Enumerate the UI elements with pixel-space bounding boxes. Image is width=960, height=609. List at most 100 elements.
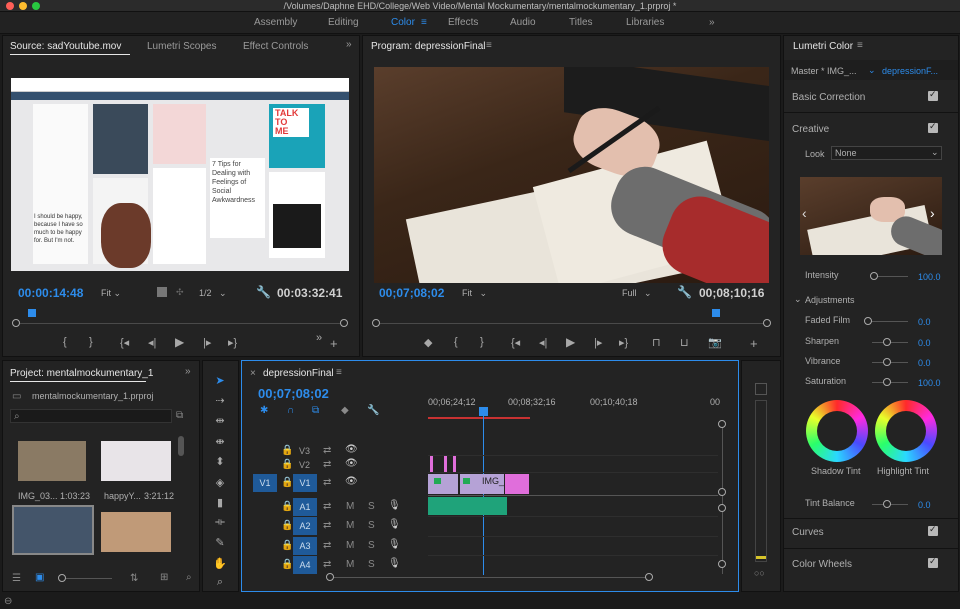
intensity-value[interactable]: 100.0 xyxy=(918,272,941,282)
thumbnail-size-slider[interactable] xyxy=(62,578,112,579)
track-v1-name[interactable]: V1 xyxy=(293,474,317,492)
eye-icon[interactable]: 👁 xyxy=(345,476,358,487)
timeline-marker-icon[interactable]: ◆ xyxy=(341,405,349,416)
mic-icon[interactable]: 🎙 xyxy=(388,519,401,530)
faded-film-knob[interactable] xyxy=(864,317,872,325)
sort-icon[interactable]: ⇅ xyxy=(130,573,138,584)
rolling-edit-tool-icon[interactable]: ⇼ xyxy=(212,435,228,448)
sync-lock-icon[interactable]: ⇄ xyxy=(323,540,331,551)
program-wrench-icon[interactable]: 🔧 xyxy=(677,285,692,299)
horizontal-scroll-start[interactable] xyxy=(326,573,334,581)
slip-tool-icon[interactable]: ▮ xyxy=(212,496,228,509)
a1-audio-clip[interactable] xyxy=(428,497,507,515)
adjustments-chevron-icon[interactable]: ⌄ xyxy=(794,294,802,305)
program-go-in-icon[interactable]: {◂ xyxy=(511,336,520,349)
source-scrub-bar[interactable] xyxy=(16,323,344,324)
tab-effect-controls[interactable]: Effect Controls xyxy=(243,41,308,52)
icon-view-icon[interactable]: ▣ xyxy=(35,572,44,583)
vibrance-knob[interactable] xyxy=(883,358,891,366)
sync-lock-icon[interactable]: ⇄ xyxy=(323,501,331,512)
v1-clip-1[interactable] xyxy=(428,474,458,494)
workspace-effects[interactable]: Effects xyxy=(448,17,478,28)
program-go-out-icon[interactable]: ▸} xyxy=(619,336,628,349)
lumetri-menu-icon[interactable]: ≡ xyxy=(857,40,863,51)
more-controls-icon[interactable]: » xyxy=(316,332,322,344)
mute-button[interactable]: M xyxy=(346,559,354,570)
track-a3-name[interactable]: A3 xyxy=(293,537,317,555)
program-zoom-end[interactable] xyxy=(763,319,771,327)
vertical-scroll-mid2[interactable] xyxy=(718,504,726,512)
slide-tool-icon[interactable]: ⟛ xyxy=(212,516,228,529)
project-search-input[interactable]: ⌕ xyxy=(10,409,172,423)
lock-icon[interactable]: 🔒 xyxy=(281,445,293,456)
workspace-editing[interactable]: Editing xyxy=(328,17,359,28)
hand-tool-icon[interactable]: ✋ xyxy=(212,557,228,570)
source-zoom-start[interactable] xyxy=(12,319,20,327)
previous-look-icon[interactable]: ‹ xyxy=(802,205,807,221)
lock-icon[interactable]: 🔒 xyxy=(281,459,293,470)
solo-meter-icons[interactable]: ○○ xyxy=(754,568,765,578)
sequence-menu-icon[interactable]: ≡ xyxy=(336,367,342,378)
wrench-icon[interactable]: 🔧 xyxy=(256,285,271,299)
pen-tool-icon[interactable]: ✎ xyxy=(212,536,228,549)
timeline-settings-icon[interactable]: 🔧 xyxy=(367,405,379,416)
intensity-knob[interactable] xyxy=(870,272,878,280)
saturation-value[interactable]: 100.0 xyxy=(918,378,941,388)
adjustments-header[interactable]: Adjustments xyxy=(805,295,855,305)
sync-lock-icon[interactable]: ⇄ xyxy=(323,559,331,570)
program-step-forward-icon[interactable]: |▸ xyxy=(594,336,602,349)
v1-clip-3[interactable] xyxy=(505,474,529,494)
program-menu-icon[interactable]: ≡ xyxy=(486,40,492,51)
selection-tool-icon[interactable]: ➤ xyxy=(212,374,228,387)
project-title[interactable]: Project: mentalmockumentary_1 xyxy=(10,368,153,379)
saturation-knob[interactable] xyxy=(883,378,891,386)
zoom-tool-icon[interactable]: ⌕ xyxy=(212,576,228,589)
shadow-tint-wheel[interactable] xyxy=(806,400,868,462)
lift-icon[interactable]: ⊓ xyxy=(652,336,661,349)
program-title[interactable]: Program: depressionFinal xyxy=(371,41,486,52)
v2-clip[interactable] xyxy=(453,456,456,472)
rate-stretch-tool-icon[interactable]: ⬍ xyxy=(212,455,228,468)
highlight-tint-wheel[interactable] xyxy=(875,400,937,462)
more-workspaces-icon[interactable]: » xyxy=(709,17,715,28)
horizontal-scroll-end[interactable] xyxy=(645,573,653,581)
program-mark-out-icon[interactable]: } xyxy=(480,336,484,348)
workspace-libraries[interactable]: Libraries xyxy=(626,17,664,28)
tab-source[interactable]: Source: sadYoutube.mov xyxy=(10,41,121,52)
program-button-editor-icon[interactable]: + xyxy=(750,336,758,351)
sync-lock-icon[interactable]: ⇄ xyxy=(323,445,331,456)
sync-lock-icon[interactable]: ⇄ xyxy=(323,459,331,470)
workspace-audio[interactable]: Audio xyxy=(510,17,536,28)
basic-correction-checkbox[interactable] xyxy=(928,89,938,101)
go-to-out-icon[interactable]: ▸} xyxy=(228,336,237,349)
tab-lumetri-scopes[interactable]: Lumetri Scopes xyxy=(147,41,216,52)
color-wheels-checkbox[interactable] xyxy=(928,556,938,568)
vertical-scroll-track[interactable] xyxy=(722,424,723,574)
clip-dropdown-icon[interactable]: ⌄ xyxy=(868,65,876,76)
track-a1-name[interactable]: A1 xyxy=(293,498,317,516)
program-timecode[interactable]: 00;07;08;02 xyxy=(379,286,444,300)
horizontal-scroll-track[interactable] xyxy=(330,577,650,578)
program-resolution-select[interactable]: Full ⌄ xyxy=(622,288,652,299)
eye-icon[interactable]: 👁 xyxy=(345,458,358,469)
close-sequence-icon[interactable]: × xyxy=(250,368,256,379)
mark-in-icon[interactable]: { xyxy=(63,336,67,348)
look-select[interactable]: None ⌄ xyxy=(831,146,942,160)
creative-checkbox[interactable] xyxy=(928,121,938,133)
add-marker-icon[interactable]: ◆ xyxy=(424,336,432,349)
workspace-assembly[interactable]: Assembly xyxy=(254,17,297,28)
sync-lock-icon[interactable]: ⇄ xyxy=(323,520,331,531)
go-to-in-icon[interactable]: {◂ xyxy=(120,336,129,349)
settings-square-icon[interactable] xyxy=(157,287,167,297)
tint-balance-value[interactable]: 0.0 xyxy=(918,500,931,510)
button-editor-icon[interactable]: + xyxy=(330,336,338,351)
step-back-icon[interactable]: ◂| xyxy=(148,336,156,349)
workspace-color[interactable]: Color xyxy=(391,17,415,28)
mute-button[interactable]: M xyxy=(346,520,354,531)
source-resolution-select[interactable]: 1/2 ⌄ xyxy=(199,288,227,299)
master-clip-label[interactable]: Master * IMG_... xyxy=(791,66,857,76)
basic-correction-header[interactable]: Basic Correction xyxy=(792,92,865,103)
source-timecode[interactable]: 00:00:14:48 xyxy=(18,286,83,300)
lock-icon[interactable]: 🔒 xyxy=(281,477,293,488)
source-zoom-end[interactable] xyxy=(340,319,348,327)
